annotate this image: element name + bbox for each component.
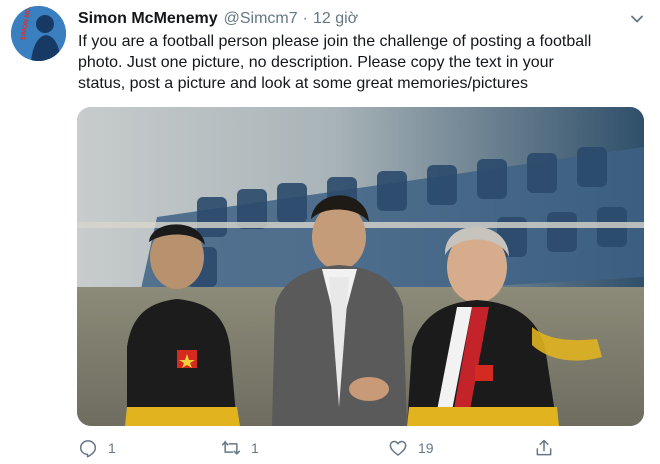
user-handle[interactable]: @Simcm7 — [224, 10, 298, 28]
tweet-photo[interactable] — [77, 107, 644, 426]
heart-icon — [389, 440, 407, 456]
tweet-text-line: photo. Just one picture, no description.… — [78, 54, 554, 71]
tweet-actions: 1 1 19 — [78, 436, 578, 460]
tweet-timestamp[interactable]: 12 giờ — [313, 10, 358, 28]
like-count: 19 — [418, 440, 434, 456]
tweet-text-line: If you are a football person please join… — [78, 33, 592, 50]
retweet-count: 1 — [251, 440, 259, 456]
reply-icon — [79, 440, 97, 458]
share-button[interactable] — [534, 436, 554, 460]
avatar-image: SIMON MCMENEM — [11, 6, 66, 61]
display-name[interactable]: Simon McMenemy — [78, 10, 218, 28]
separator-dot: · — [302, 10, 308, 27]
stadium-photo — [77, 107, 644, 426]
tweet-text: If you are a football person please join… — [78, 31, 648, 94]
tweet-text-line: status, post a picture and look at some … — [78, 75, 528, 92]
tweet-header: Simon McMenemy @Simcm7 · 12 giờ — [78, 8, 646, 30]
share-icon — [536, 439, 552, 456]
chevron-down-icon[interactable] — [628, 10, 646, 28]
avatar[interactable]: SIMON MCMENEM — [11, 6, 66, 61]
reply-count: 1 — [108, 440, 116, 456]
reply-button[interactable]: 1 — [78, 436, 116, 460]
retweet-button[interactable]: 1 — [221, 436, 259, 460]
like-button[interactable]: 19 — [388, 436, 434, 460]
retweet-icon — [221, 440, 241, 455]
